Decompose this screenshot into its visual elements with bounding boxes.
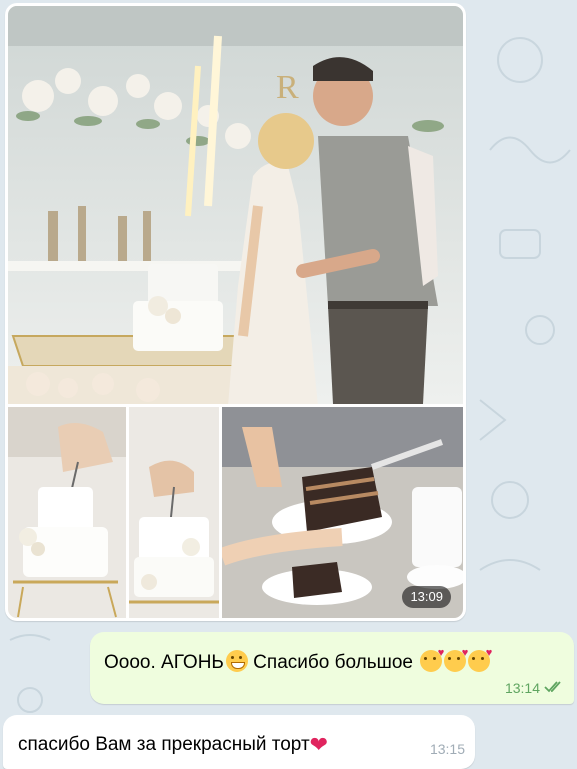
photo-cake-slice[interactable]: 13:09 <box>222 407 463 618</box>
double-check-icon <box>544 680 564 696</box>
heart-emoji-icon: ❤ <box>309 732 329 757</box>
outgoing-text-part1: Оооо. АГОНЬ <box>104 652 224 673</box>
photo-kiss-with-cake[interactable]: R <box>8 6 463 404</box>
outgoing-message-text: Оооо. АГОНЬ Спасибо большое <box>104 647 492 674</box>
kiss-emoji-icon <box>468 647 492 672</box>
photo-album-message[interactable]: R 13:09 <box>5 3 466 621</box>
kiss-emoji-icon <box>420 647 444 672</box>
outgoing-text-part2: Спасибо большое <box>247 652 419 673</box>
outgoing-message[interactable]: Оооо. АГОНЬ Спасибо большое 13:14 <box>90 632 574 704</box>
grin-emoji-icon <box>225 650 248 672</box>
outgoing-time: 13:14 <box>504 680 540 696</box>
album-timestamp: 13:09 <box>402 586 451 608</box>
outgoing-meta: 13:14 <box>505 680 564 696</box>
incoming-message[interactable]: спасибо Вам за прекрасный торт❤ 13:15 <box>3 715 475 769</box>
photo-cake-cutting-2[interactable] <box>129 407 219 618</box>
incoming-message-text: спасибо Вам за прекрасный торт❤ <box>18 732 328 758</box>
backdrop-monogram: R <box>276 69 299 106</box>
incoming-time: 13:15 <box>429 741 465 757</box>
photo-cake-cutting-1[interactable] <box>8 407 126 618</box>
kiss-emoji-icon <box>444 647 468 672</box>
incoming-text: спасибо Вам за прекрасный торт <box>18 734 310 755</box>
